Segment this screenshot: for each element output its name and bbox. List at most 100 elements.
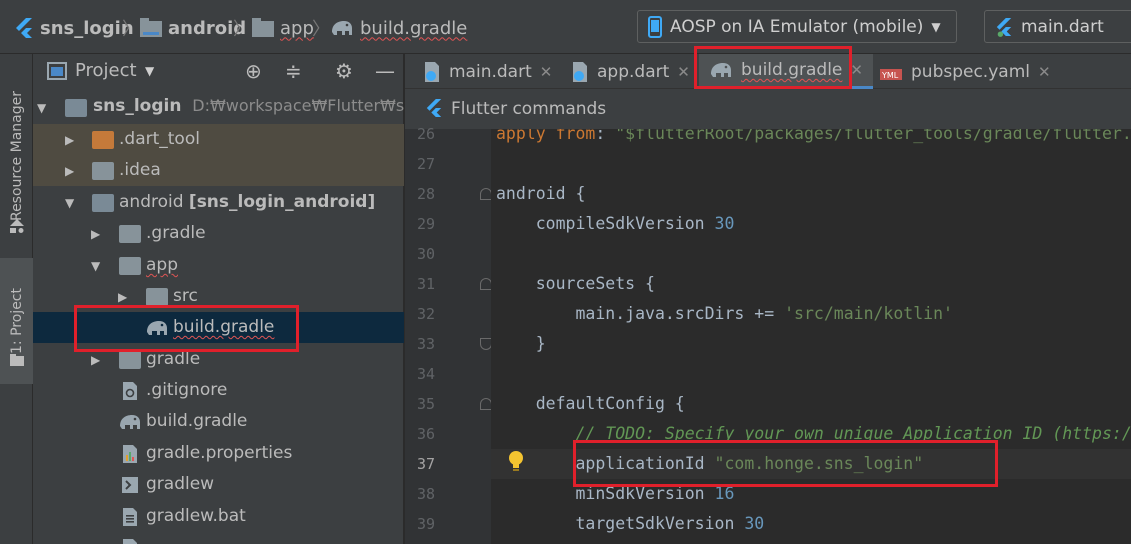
tree-item-gradle-properties[interactable]: gradle.properties xyxy=(33,438,404,469)
phone-icon xyxy=(648,15,662,38)
expand-arrow-icon[interactable]: ▶ xyxy=(91,353,100,367)
gradle-elephant-icon xyxy=(711,63,731,77)
device-selector[interactable]: AOSP on IA Emulator (mobile) ▼ xyxy=(637,10,957,43)
code-token: } xyxy=(496,334,546,353)
code-token: compileSdkVersion xyxy=(496,214,715,233)
tree-item-label: gradle.properties xyxy=(146,443,293,463)
flutter-commands-bar[interactable]: Flutter commands xyxy=(405,89,1131,129)
code-token: targetSdkVersion xyxy=(496,514,745,533)
code-token: 'src/main/kotlin' xyxy=(784,304,953,323)
close-icon[interactable]: ✕ xyxy=(677,63,690,81)
tab-pubspec-yaml[interactable]: YML pubspec.yaml ✕ xyxy=(879,54,1051,89)
tree-item-gitignore[interactable]: .gitignore xyxy=(33,375,404,406)
code-line: applicationId "com.honge.sns_login" xyxy=(491,449,1131,479)
tree-item-label: android xyxy=(119,192,184,212)
line-number: 27 xyxy=(416,155,435,173)
collapse-all-icon[interactable]: ≑ xyxy=(285,59,302,83)
breadcrumb-project-label: sns_login xyxy=(40,17,134,39)
line-number: 38 xyxy=(416,485,435,503)
flutter-icon xyxy=(996,17,1012,37)
project-panel: Project ▼ ⊕ ≑ ⚙ — ▼ sns_login D:₩workspa… xyxy=(33,54,431,544)
tree-item-dot-gradle[interactable]: ▶ .gradle xyxy=(33,218,404,249)
expand-arrow-icon[interactable]: ▶ xyxy=(91,227,100,241)
folder-icon xyxy=(0,350,33,370)
breadcrumb-folder[interactable]: app xyxy=(252,14,314,42)
code-editor[interactable]: apply from: "$flutterRoot/packages/flutt… xyxy=(491,129,1131,544)
gradle-elephant-icon xyxy=(120,415,140,429)
tree-item-label: .dart_tool xyxy=(119,129,200,149)
shapes-icon xyxy=(0,214,33,238)
tree-item-build-gradle[interactable]: build.gradle xyxy=(33,406,404,437)
breadcrumb-separator: 〉 xyxy=(233,19,251,40)
breadcrumb-file[interactable]: build.gradle xyxy=(330,14,467,42)
expand-arrow-icon[interactable]: ▼ xyxy=(91,259,100,273)
tree-item-gradlew-bat[interactable]: gradlew.bat xyxy=(33,501,404,532)
locate-file-icon[interactable]: ⊕ xyxy=(245,59,262,83)
expand-arrow-icon[interactable]: ▶ xyxy=(65,133,74,147)
code-line: targetSdkVersion 30 xyxy=(491,509,1131,539)
tab-label: app.dart xyxy=(597,61,670,82)
code-token: from xyxy=(555,129,596,143)
hide-panel-icon[interactable]: — xyxy=(375,59,395,83)
module-folder-icon xyxy=(140,18,162,37)
tree-item-dart-tool[interactable]: ▶ .dart_tool xyxy=(33,124,404,155)
run-configuration-selector[interactable]: main.dart xyxy=(984,10,1131,43)
line-number: 33 xyxy=(416,335,435,353)
code-token: defaultConfig { xyxy=(496,394,685,413)
tree-item-android[interactable]: ▼ android [sns_login_android] xyxy=(33,187,404,218)
folder-icon xyxy=(119,257,141,275)
tree-item-path: D:₩workspace₩Flutter₩sns_ xyxy=(192,96,431,115)
device-selector-label: AOSP on IA Emulator (mobile) xyxy=(670,16,924,37)
line-number: 30 xyxy=(416,245,435,263)
code-line: minSdkVersion 16 xyxy=(491,479,1131,509)
tree-item-idea[interactable]: ▶ .idea xyxy=(33,155,404,186)
flutter-commands-label: Flutter commands xyxy=(451,99,607,119)
tab-build-gradle[interactable]: build.gradle ✕ xyxy=(699,54,873,89)
tree-item-src[interactable]: ▶ src xyxy=(33,281,404,312)
tree-item-gradle[interactable]: ▶ gradle xyxy=(33,344,404,375)
code-line: sourceSets { xyxy=(491,269,1131,299)
code-token: "$flutterRoot/packages/flutter_tools/gra… xyxy=(615,129,1131,143)
tab-main-dart[interactable]: main.dart ✕ xyxy=(423,54,552,89)
expand-arrow-icon[interactable]: ▶ xyxy=(118,290,127,304)
breadcrumb-module[interactable]: android xyxy=(140,14,246,42)
project-panel-toolbar: Project ▼ ⊕ ≑ ⚙ — xyxy=(33,54,404,89)
tree-item-label: sns_login xyxy=(93,96,182,116)
tree-item-app-build-gradle[interactable]: build.gradle xyxy=(33,312,404,343)
tree-item-label: .gradle xyxy=(146,223,206,243)
flutter-icon xyxy=(16,18,32,38)
line-number: 32 xyxy=(416,305,435,323)
expand-arrow-icon[interactable]: ▼ xyxy=(65,196,74,210)
tab-app-dart[interactable]: app.dart ✕ xyxy=(571,54,690,89)
gear-icon[interactable]: ⚙ xyxy=(335,59,353,83)
close-icon[interactable]: ✕ xyxy=(540,63,553,81)
resource-manager-tab-label: Resource Manager xyxy=(8,91,25,222)
tree-item-label: build.gradle xyxy=(146,411,248,431)
tree-item-label: build.gradle xyxy=(173,317,275,337)
code-token: 16 xyxy=(714,484,735,503)
line-number: 37 xyxy=(416,455,435,473)
breadcrumb-separator: 〉 xyxy=(122,19,140,40)
code-line: // TODO: Specify your own unique Applica… xyxy=(491,419,1131,449)
tree-item-root[interactable]: ▼ sns_login D:₩workspace₩Flutter₩sns_ xyxy=(33,92,431,123)
breadcrumb-project[interactable]: sns_login xyxy=(14,14,134,42)
tree-item-app[interactable]: ▼ app xyxy=(33,250,404,281)
expand-arrow-icon[interactable]: ▶ xyxy=(65,164,74,178)
lightbulb-icon[interactable] xyxy=(507,450,525,472)
close-icon[interactable]: ✕ xyxy=(1038,63,1051,81)
line-number: 35 xyxy=(416,395,435,413)
project-view-icon xyxy=(47,62,67,80)
code-line: } xyxy=(491,329,1131,359)
tree-item-gradlew[interactable]: gradlew xyxy=(33,469,404,500)
close-icon[interactable]: ✕ xyxy=(850,61,863,79)
expand-arrow-icon[interactable]: ▼ xyxy=(37,101,46,115)
project-view-selector[interactable]: Project xyxy=(75,60,137,81)
tool-window-stripe: Resource Manager 1: Project xyxy=(0,54,33,544)
line-number: 26 xyxy=(416,125,435,143)
code-token: // TODO: Specify your own unique Applica… xyxy=(575,424,1131,443)
chevron-down-icon[interactable]: ▼ xyxy=(145,64,154,78)
code-line: compileSdkVersion 30 xyxy=(491,209,1131,239)
